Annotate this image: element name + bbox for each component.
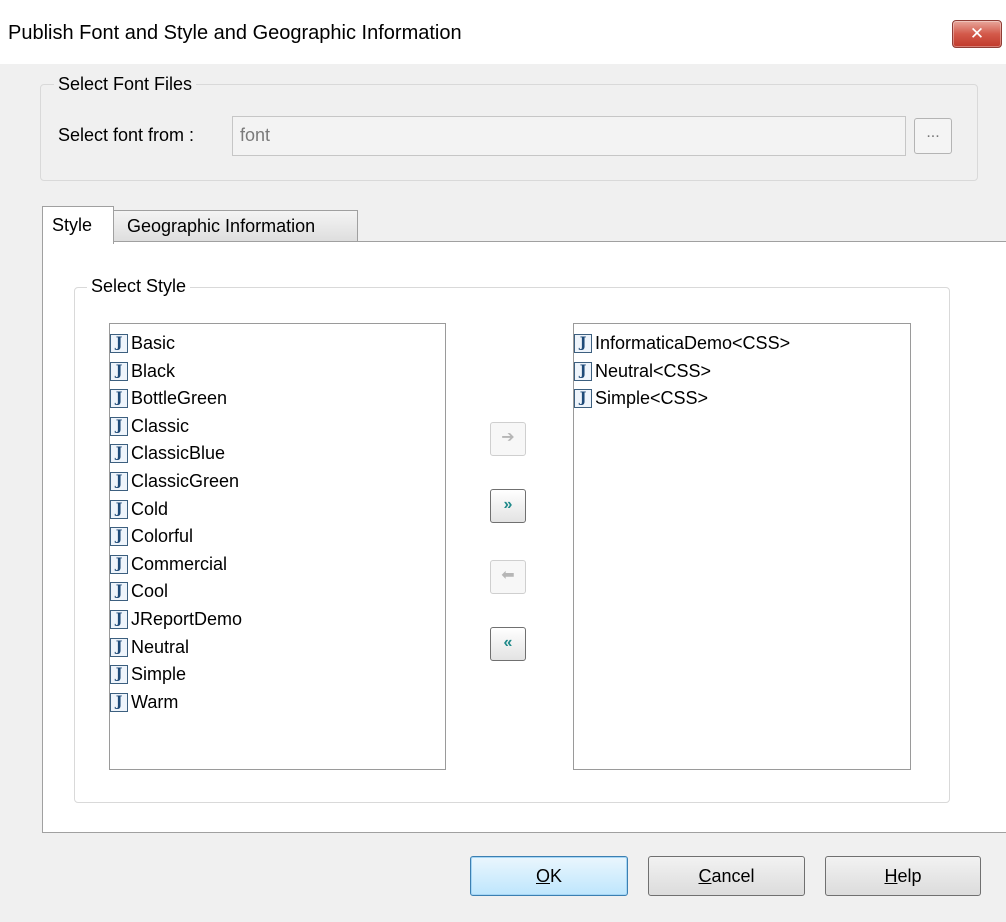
list-item-label: Classic xyxy=(131,415,190,436)
tab-geographic-information[interactable]: Geographic Information xyxy=(113,210,358,242)
list-item-label: ClassicBlue xyxy=(131,443,226,464)
list-item-label: BottleGreen xyxy=(131,388,228,409)
style-file-icon: J xyxy=(574,389,592,409)
style-file-icon: J xyxy=(574,334,592,353)
font-path-field[interactable]: font xyxy=(232,116,906,156)
browse-button[interactable]: ... xyxy=(914,118,952,154)
style-file-icon: J xyxy=(110,499,128,519)
list-item-label: Colorful xyxy=(131,526,194,547)
list-item-label: Warm xyxy=(131,691,179,712)
list-item-label: Simple xyxy=(131,664,187,685)
close-button[interactable]: ✕ xyxy=(952,20,1002,48)
available-styles-list[interactable]: J Basic J Black J BottleGreen J Classic J Classic… xyxy=(109,323,446,770)
ok-label: K xyxy=(550,866,563,886)
selected-styles-list[interactable]: J InformaticaDemo<CSS> J Neutral<CSS> J Simpl… xyxy=(573,323,911,770)
cancel-mnemonic: C xyxy=(698,866,712,886)
help-label: elp xyxy=(897,866,922,886)
list-item-label: ClassicGreen xyxy=(131,471,240,491)
title-bar: Publish Font and Style and Geographic In… xyxy=(0,0,1006,64)
list-item-label: Basic xyxy=(131,333,176,353)
style-file-icon: J xyxy=(110,692,128,712)
list-item-label: JReportDemo xyxy=(131,609,243,629)
style-file-icon: J xyxy=(574,361,592,381)
list-item-label: Cold xyxy=(131,498,169,519)
arrow-left-icon: ⬅ xyxy=(501,567,515,584)
style-file-icon: J xyxy=(110,637,128,657)
double-arrow-left-icon: « xyxy=(503,634,513,651)
style-file-icon: J xyxy=(110,361,128,381)
window-title: Publish Font and Style and Geographic In… xyxy=(8,22,462,44)
style-file-icon: J xyxy=(110,582,128,602)
arrow-right-icon: ➔ xyxy=(501,429,515,446)
help-mnemonic: H xyxy=(884,866,898,886)
style-file-icon: J xyxy=(110,610,128,629)
style-file-icon: J xyxy=(110,554,128,574)
cancel-button[interactable]: Cancel xyxy=(648,856,805,896)
close-icon: ✕ xyxy=(969,24,985,43)
style-file-icon: J xyxy=(110,527,128,547)
style-file-icon: J xyxy=(110,472,128,491)
cancel-label: ancel xyxy=(711,866,755,886)
select-style-group-label: Select Style xyxy=(87,276,191,297)
list-item-label: Neutral<CSS> xyxy=(595,360,712,381)
style-file-icon: J xyxy=(110,665,128,685)
list-item-label: InformaticaDemo<CSS> xyxy=(595,333,791,353)
font-files-group-label: Select Font Files xyxy=(54,74,197,95)
double-arrow-right-icon: » xyxy=(503,496,513,513)
ok-button[interactable]: OK xyxy=(470,856,628,896)
ok-mnemonic: O xyxy=(535,866,550,886)
list-item-label: Black xyxy=(131,360,176,381)
add-all-right-button[interactable]: » xyxy=(490,489,526,523)
list-item-label: Neutral xyxy=(131,636,190,657)
style-file-icon: J xyxy=(110,416,128,436)
list-item-label: Commercial xyxy=(131,553,228,574)
help-button[interactable]: Help xyxy=(825,856,981,896)
select-font-label: Select font from : xyxy=(58,125,195,145)
remove-all-left-button[interactable]: « xyxy=(490,627,526,661)
list-item-label: Simple<CSS> xyxy=(595,388,709,409)
style-file-icon: J xyxy=(110,334,128,353)
add-right-button[interactable]: ➔ xyxy=(490,422,526,456)
list-item-label: Cool xyxy=(131,581,169,602)
style-file-icon: J xyxy=(110,444,128,464)
remove-left-button[interactable]: ⬅ xyxy=(490,560,526,594)
style-file-icon: J xyxy=(110,389,128,409)
tab-style[interactable]: Style xyxy=(42,206,114,244)
